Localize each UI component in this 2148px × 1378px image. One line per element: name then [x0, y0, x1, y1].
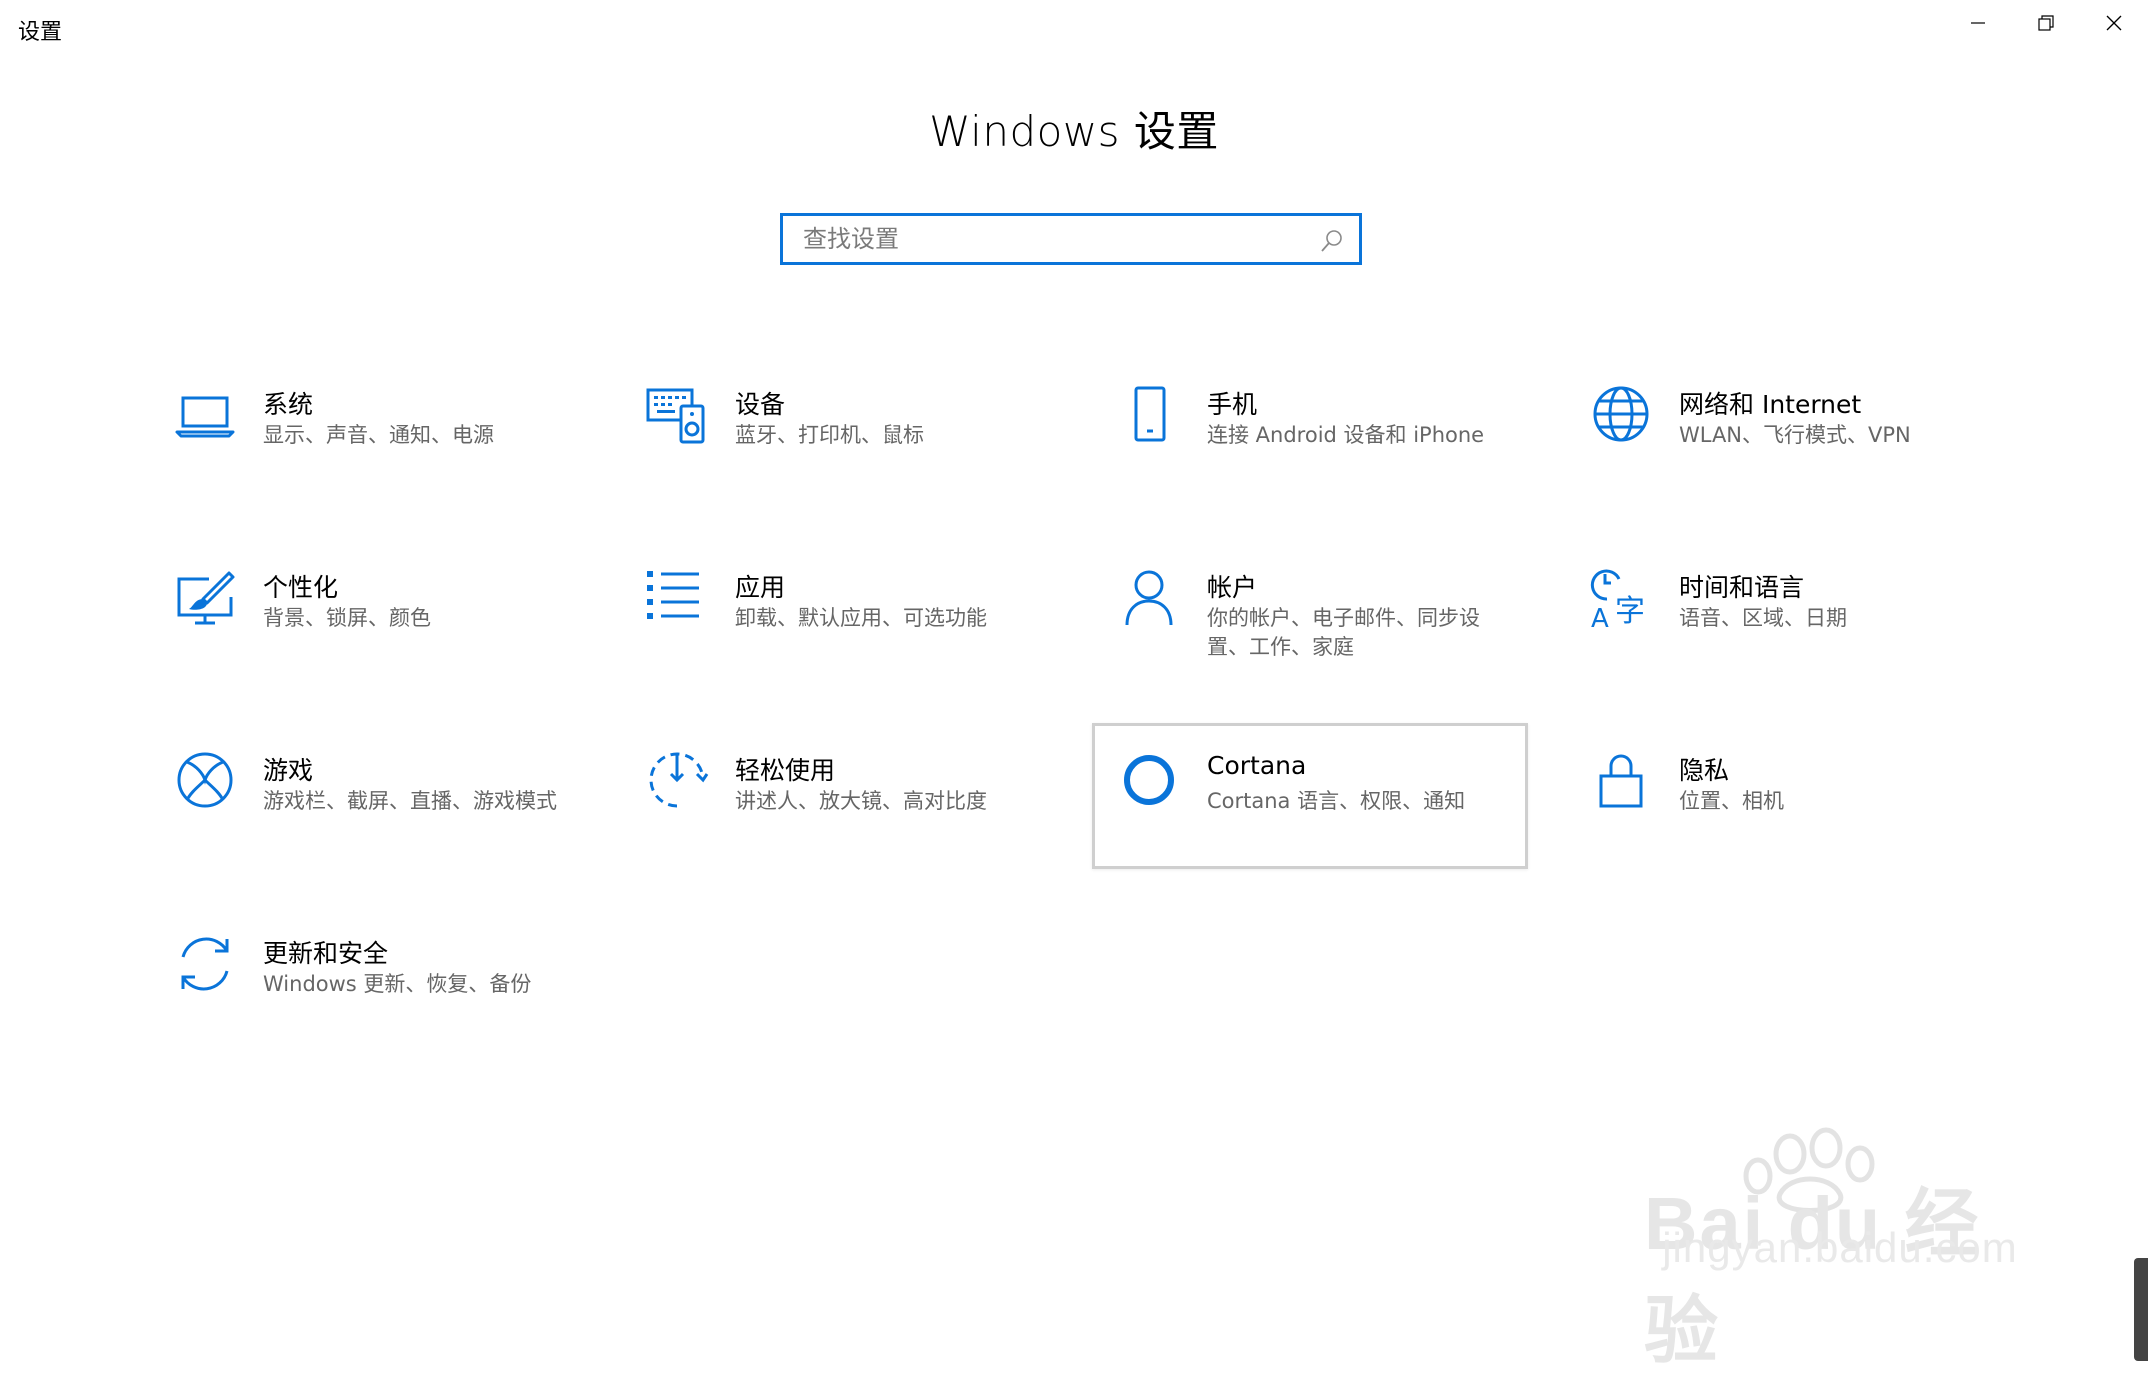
tile-ease-of-access[interactable]: 轻松使用 讲述人、放大镜、高对比度: [620, 729, 1056, 875]
tile-name: 游戏: [263, 756, 314, 785]
minimize-icon: [1971, 22, 1985, 24]
watermark-url: jingyan.baidu.com: [1662, 1224, 2018, 1271]
page-title: Windows 设置: [929, 107, 1219, 156]
tile-description: 位置、相机: [1679, 789, 1784, 813]
tile-name: 网络和 Internet: [1679, 390, 1862, 419]
time-language-icon: A 字: [1589, 567, 1653, 631]
phone-icon: [1117, 384, 1181, 448]
globe-icon: [1589, 384, 1653, 448]
tile-accounts[interactable]: 帐户 你的帐户、电子邮件、同步设置、工作、家庭: [1092, 546, 1528, 692]
svg-text:A: A: [1591, 604, 1609, 631]
close-button[interactable]: [2080, 0, 2148, 46]
paint-monitor-icon: [173, 567, 237, 631]
tile-name: 轻松使用: [735, 756, 836, 785]
laptop-icon: [173, 384, 237, 448]
tile-description: Cortana 语言、权限、通知: [1207, 789, 1466, 813]
title-bar: 设置: [0, 0, 2148, 56]
tile-description: 背景、锁屏、颜色: [263, 606, 431, 630]
tile-personalization[interactable]: 个性化 背景、锁屏、颜色: [148, 546, 584, 692]
tile-description: 蓝牙、打印机、鼠标: [735, 423, 924, 447]
scrollbar-edge[interactable]: [2134, 1258, 2148, 1361]
tile-apps[interactable]: 应用 卸载、默认应用、可选功能: [620, 546, 1056, 692]
tile-name: 时间和语言: [1679, 573, 1805, 602]
tile-gaming[interactable]: 游戏 游戏栏、截屏、直播、游戏模式: [148, 729, 584, 875]
tile-name: 隐私: [1679, 756, 1730, 785]
tile-name: 系统: [263, 390, 314, 419]
tile-description: 连接 Android 设备和 iPhone: [1207, 423, 1485, 447]
tile-cortana[interactable]: Cortana Cortana 语言、权限、通知: [1092, 723, 1528, 869]
tile-network[interactable]: 网络和 Internet WLAN、飞行模式、VPN: [1564, 363, 2000, 509]
sync-icon: [173, 933, 237, 997]
app-list-icon: [645, 567, 709, 631]
close-icon: [2106, 15, 2122, 31]
xbox-icon: [173, 750, 237, 814]
tile-description: 讲述人、放大镜、高对比度: [735, 789, 987, 813]
tile-name: 手机: [1207, 390, 1258, 419]
restore-button[interactable]: [2012, 0, 2080, 46]
cortana-icon: [1117, 750, 1181, 814]
tile-phone[interactable]: 手机 连接 Android 设备和 iPhone: [1092, 363, 1528, 509]
ease-of-access-icon: [645, 750, 709, 814]
restore-icon: [2038, 15, 2054, 31]
minimize-button[interactable]: [1944, 0, 2012, 46]
tile-privacy[interactable]: 隐私 位置、相机: [1564, 729, 2000, 875]
keyboard-speaker-icon: [645, 384, 709, 448]
search-icon[interactable]: [1319, 228, 1345, 258]
tile-description: Windows 更新、恢复、备份: [263, 972, 532, 996]
tile-name: 设备: [735, 390, 786, 419]
tile-devices[interactable]: 设备 蓝牙、打印机、鼠标: [620, 363, 1056, 509]
app-title: 设置: [18, 20, 63, 45]
person-icon: [1117, 567, 1181, 631]
tile-name: 更新和安全: [263, 939, 389, 968]
tile-system[interactable]: 系统 显示、声音、通知、电源: [148, 363, 584, 509]
tile-description: 显示、声音、通知、电源: [263, 423, 494, 447]
svg-text:字: 字: [1615, 594, 1645, 629]
tile-name: 个性化: [263, 573, 339, 602]
tile-name: 帐户: [1207, 573, 1258, 602]
tile-time-language[interactable]: A 字 时间和语言 语音、区域、日期: [1564, 546, 2000, 692]
search-box[interactable]: [780, 213, 1362, 265]
lock-icon: [1589, 750, 1653, 814]
tile-description: 卸载、默认应用、可选功能: [735, 606, 987, 630]
tile-description: 游戏栏、截屏、直播、游戏模式: [263, 789, 557, 813]
tile-update-security[interactable]: 更新和安全 Windows 更新、恢复、备份: [148, 912, 584, 1058]
tile-name: Cortana: [1207, 751, 1307, 780]
tile-description: 语音、区域、日期: [1679, 606, 1847, 630]
tile-description: 你的帐户、电子邮件、同步设置、工作、家庭: [1207, 606, 1480, 659]
search-input[interactable]: [783, 216, 1323, 262]
tile-description: WLAN、飞行模式、VPN: [1679, 423, 1911, 447]
tile-name: 应用: [735, 573, 786, 602]
